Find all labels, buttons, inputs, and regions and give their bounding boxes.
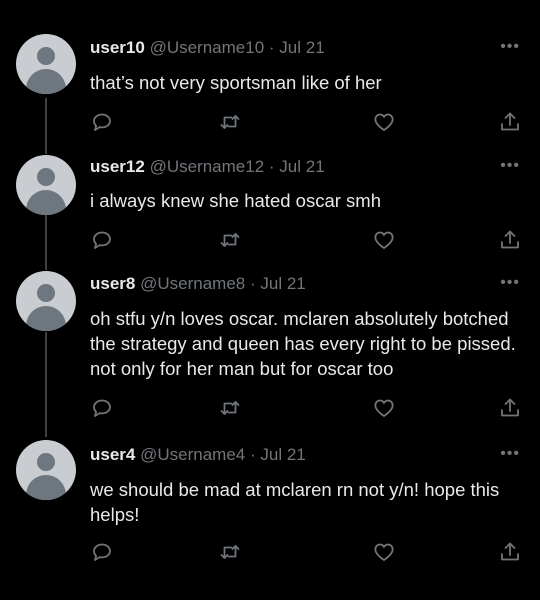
tweet-header: user4 @Username4 · Jul 21 — [90, 445, 306, 465]
tweet-text: oh stfu y/n loves oscar. mclaren absolut… — [90, 308, 516, 379]
share-icon[interactable] — [498, 110, 522, 134]
separator-dot: · — [249, 445, 256, 464]
separator-dot: · — [268, 157, 275, 176]
like-icon[interactable] — [372, 540, 396, 564]
more-icon[interactable]: ••• — [500, 157, 520, 175]
display-name[interactable]: user10 — [90, 38, 145, 57]
reply-icon[interactable] — [90, 540, 114, 564]
more-icon[interactable]: ••• — [500, 445, 520, 463]
tweet[interactable]: user8 @Username8 · Jul 21 ••• oh stfu y/… — [0, 268, 540, 436]
separator-dot: · — [268, 38, 275, 57]
tweet-text: that’s not very sportsman like of her — [90, 72, 382, 93]
retweet-icon[interactable] — [218, 110, 242, 134]
display-name[interactable]: user8 — [90, 274, 135, 293]
timestamp[interactable]: Jul 21 — [260, 274, 305, 293]
tweet-actions — [90, 540, 530, 564]
reply-icon[interactable] — [90, 228, 114, 252]
tweet[interactable]: user4 @Username4 · Jul 21 ••• we should … — [0, 436, 540, 600]
avatar[interactable] — [16, 271, 76, 331]
separator-dot: · — [249, 274, 256, 293]
username[interactable]: @Username4 — [140, 445, 245, 464]
reply-icon[interactable] — [90, 396, 114, 420]
username[interactable]: @Username8 — [140, 274, 245, 293]
username[interactable]: @Username10 — [150, 38, 265, 57]
retweet-icon[interactable] — [218, 396, 242, 420]
tweet-actions — [90, 110, 530, 134]
timestamp[interactable]: Jul 21 — [279, 38, 324, 57]
tweet-header: user8 @Username8 · Jul 21 — [90, 274, 306, 294]
like-icon[interactable] — [372, 110, 396, 134]
like-icon[interactable] — [372, 396, 396, 420]
like-icon[interactable] — [372, 228, 396, 252]
tweet-actions — [90, 396, 530, 420]
tweet-actions — [90, 228, 530, 252]
timestamp[interactable]: Jul 21 — [279, 157, 324, 176]
tweet-text: i always knew she hated oscar smh — [90, 190, 381, 211]
avatar[interactable] — [16, 155, 76, 215]
display-name[interactable]: user4 — [90, 445, 135, 464]
more-icon[interactable]: ••• — [500, 38, 520, 56]
avatar[interactable] — [16, 34, 76, 94]
username[interactable]: @Username12 — [150, 157, 265, 176]
display-name[interactable]: user12 — [90, 157, 145, 176]
avatar[interactable] — [16, 440, 76, 500]
tweet-header: user10 @Username10 · Jul 21 — [90, 38, 325, 58]
timestamp[interactable]: Jul 21 — [260, 445, 305, 464]
reply-icon[interactable] — [90, 110, 114, 134]
tweet-header: user12 @Username12 · Jul 21 — [90, 157, 325, 177]
tweet[interactable]: user12 @Username12 · Jul 21 ••• i always… — [0, 150, 540, 268]
share-icon[interactable] — [498, 540, 522, 564]
more-icon[interactable]: ••• — [500, 274, 520, 292]
retweet-icon[interactable] — [218, 228, 242, 252]
tweet-text: we should be mad at mclaren rn not y/n! … — [90, 479, 500, 525]
share-icon[interactable] — [498, 396, 522, 420]
retweet-icon[interactable] — [218, 540, 242, 564]
tweet[interactable]: user10 @Username10 · Jul 21 ••• that’s n… — [0, 0, 540, 150]
share-icon[interactable] — [498, 228, 522, 252]
